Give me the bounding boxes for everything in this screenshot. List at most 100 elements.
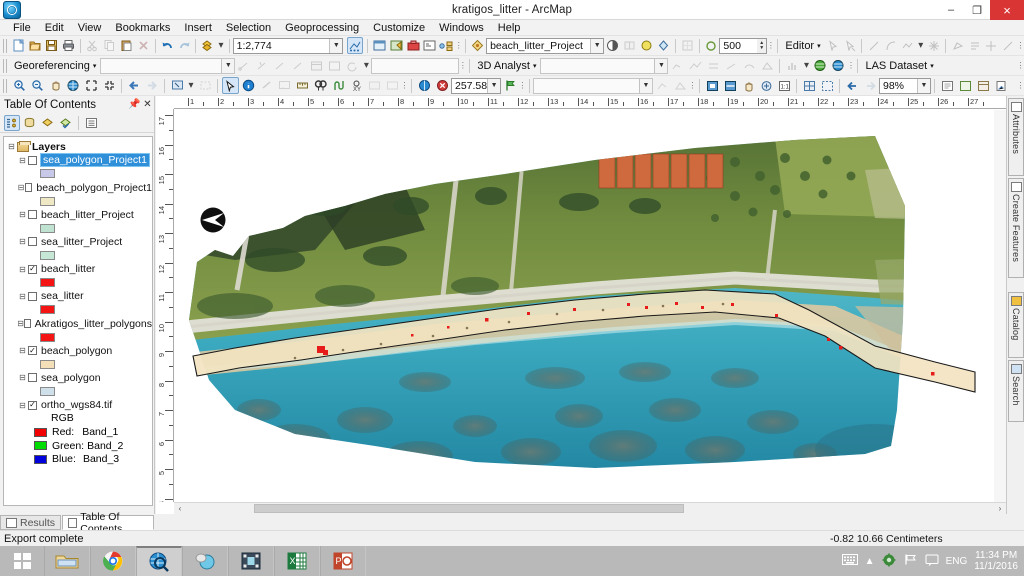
line-of-sight-icon[interactable] bbox=[723, 57, 740, 74]
rotate-icon[interactable] bbox=[344, 57, 361, 74]
snap-tolerance-icon[interactable] bbox=[703, 37, 719, 54]
expander-icon[interactable]: ⊟ bbox=[17, 292, 28, 301]
effects-value-combo[interactable]: 257.58 ▼ bbox=[451, 77, 501, 94]
chevron-right-icon[interactable]: › bbox=[994, 504, 1006, 513]
minimize-button[interactable]: – bbox=[938, 0, 964, 20]
sketch-properties-icon[interactable] bbox=[967, 37, 983, 54]
time-slider-icon[interactable] bbox=[366, 77, 383, 94]
flicker-icon[interactable] bbox=[638, 37, 654, 54]
chevron-down-icon[interactable]: ▼ bbox=[487, 78, 500, 93]
clear-selection-icon[interactable] bbox=[197, 77, 214, 94]
divide-icon[interactable] bbox=[1000, 37, 1016, 54]
print-icon[interactable] bbox=[61, 37, 77, 54]
toolbar-overflow[interactable]: ⋮ bbox=[401, 78, 409, 93]
menu-item-selection[interactable]: Selection bbox=[219, 20, 278, 36]
identify-layer-icon[interactable] bbox=[388, 37, 404, 54]
layer-visibility-checkbox[interactable] bbox=[24, 319, 31, 329]
find-icon[interactable] bbox=[312, 77, 329, 94]
toc-layer-beach-polygon-project1[interactable]: ⊟ beach_polygon_Project1 bbox=[6, 181, 152, 195]
expander-icon[interactable]: ⊟ bbox=[17, 237, 28, 246]
expander-icon[interactable]: ⊟ bbox=[17, 183, 25, 192]
list-by-source-icon[interactable] bbox=[22, 115, 38, 131]
redo-icon[interactable] bbox=[176, 37, 192, 54]
tray-language[interactable]: ENG bbox=[946, 556, 968, 567]
flag-icon[interactable] bbox=[502, 77, 519, 94]
focus-data-frame-icon[interactable] bbox=[957, 77, 974, 94]
keyboard-icon[interactable] bbox=[841, 554, 858, 568]
previous-layout-extent-icon[interactable] bbox=[844, 77, 861, 94]
mid-point-icon[interactable] bbox=[926, 37, 942, 54]
new-map-icon[interactable] bbox=[10, 37, 26, 54]
map-canvas[interactable] bbox=[175, 110, 1006, 502]
snapping-icon[interactable] bbox=[679, 37, 695, 54]
snap-tolerance-combo[interactable]: 500 bbox=[719, 37, 758, 54]
toc-root-layers[interactable]: ⊟ Layers bbox=[6, 140, 152, 154]
antivirus-icon[interactable] bbox=[882, 553, 897, 570]
powerpoint-icon[interactable]: P bbox=[320, 546, 366, 576]
dock-tab-attributes[interactable]: Attributes bbox=[1008, 98, 1024, 176]
zoom-to-selected-icon[interactable] bbox=[819, 77, 836, 94]
toc-layer-ortho-raster[interactable]: ⊟ ✓ ortho_wgs84.tif bbox=[6, 398, 152, 412]
layer-visibility-checkbox[interactable]: ✓ bbox=[28, 346, 37, 356]
toolbar-overflow[interactable]: ⋮ bbox=[1017, 38, 1024, 53]
attributes-icon[interactable] bbox=[984, 37, 1000, 54]
chevron-left-icon[interactable]: ‹ bbox=[174, 504, 186, 513]
map-horizontal-scrollbar[interactable]: ‹ › bbox=[174, 502, 1006, 514]
arcmap-icon[interactable] bbox=[136, 546, 182, 576]
list-by-selection-icon[interactable] bbox=[58, 115, 74, 131]
swipe-icon[interactable] bbox=[622, 37, 638, 54]
toc-layer-akratigos-litter-polygons[interactable]: ⊟ Akratigos_litter_polygons bbox=[6, 317, 152, 331]
tray-clock[interactable]: 11:34 PM 11/1/2016 bbox=[974, 550, 1018, 572]
toc-layer-sea-litter-project[interactable]: ⊟ sea_litter_Project bbox=[6, 235, 152, 249]
list-by-visibility-icon[interactable] bbox=[40, 115, 56, 131]
action-center-icon[interactable] bbox=[925, 553, 939, 569]
select-features-icon[interactable] bbox=[169, 77, 186, 94]
dock-tab-create-features[interactable]: Create Features bbox=[1008, 178, 1024, 278]
menu-item-windows[interactable]: Windows bbox=[432, 20, 491, 36]
chevron-down-icon[interactable]: ▼ bbox=[639, 78, 652, 93]
scale-settings-icon[interactable] bbox=[347, 37, 364, 54]
close-icon[interactable]: ✕ bbox=[141, 99, 154, 110]
straight-segment-icon[interactable] bbox=[866, 37, 882, 54]
editor-layer-combo[interactable]: beach_litter_Project ▼ bbox=[486, 37, 605, 54]
zoom-in-icon[interactable] bbox=[11, 77, 28, 94]
save-icon[interactable] bbox=[44, 37, 60, 54]
toggle-draft-mode-icon[interactable] bbox=[939, 77, 956, 94]
secondary-tool-a-icon[interactable] bbox=[654, 77, 671, 94]
dock-tab-search[interactable]: Search bbox=[1008, 360, 1024, 422]
expander-icon[interactable]: ⊟ bbox=[17, 346, 28, 355]
toolbar-overflow[interactable]: ⋮ bbox=[459, 58, 467, 73]
edit-tool-icon[interactable] bbox=[825, 37, 841, 54]
layer-visibility-checkbox[interactable] bbox=[28, 155, 37, 165]
zoom-out-fixed-icon[interactable] bbox=[101, 77, 118, 94]
add-control-points-icon[interactable] bbox=[236, 57, 253, 74]
analyst3d-menu-button[interactable]: 3D Analyst ▾ bbox=[473, 58, 540, 74]
go-to-xy-icon[interactable]: XY bbox=[348, 77, 365, 94]
contour-icon[interactable] bbox=[741, 57, 758, 74]
delete-icon[interactable] bbox=[135, 37, 151, 54]
toc-layer-tree[interactable]: ⊟ Layers ⊟ sea_polygon_Project1 ⊟ beach_… bbox=[3, 136, 153, 506]
menu-item-help[interactable]: Help bbox=[491, 20, 528, 36]
toolbar-grip[interactable] bbox=[3, 78, 8, 93]
network-icon[interactable] bbox=[904, 553, 918, 569]
toolbar-overflow[interactable]: ⋮ bbox=[455, 38, 463, 53]
layer-visibility-checkbox[interactable] bbox=[28, 373, 37, 383]
profile-graph-icon[interactable] bbox=[687, 57, 704, 74]
identify-icon[interactable] bbox=[240, 77, 257, 94]
pan-layout-icon[interactable] bbox=[740, 77, 757, 94]
expander-icon[interactable]: ⊟ bbox=[17, 265, 28, 274]
zoom-page-width-icon[interactable] bbox=[722, 77, 739, 94]
python-window-icon[interactable] bbox=[422, 37, 438, 54]
layer-visibility-checkbox[interactable]: ✓ bbox=[28, 400, 37, 410]
select-link-icon[interactable] bbox=[272, 57, 289, 74]
toc-layer-sea-polygon-project1[interactable]: ⊟ sea_polygon_Project1 bbox=[6, 153, 152, 168]
layer-effects-icon[interactable] bbox=[655, 37, 671, 54]
analyst3d-layer-combo[interactable]: ▼ bbox=[540, 57, 669, 74]
toc-layer-sea-litter[interactable]: ⊟ sea_litter bbox=[6, 290, 152, 304]
secondary-tool-b-icon[interactable] bbox=[672, 77, 689, 94]
measure-icon[interactable] bbox=[294, 77, 311, 94]
zoom-100-icon[interactable]: 1:1 bbox=[776, 77, 793, 94]
delete-link-icon[interactable] bbox=[290, 57, 307, 74]
windows-start-icon[interactable] bbox=[0, 546, 44, 576]
add-data-icon[interactable] bbox=[200, 37, 216, 54]
